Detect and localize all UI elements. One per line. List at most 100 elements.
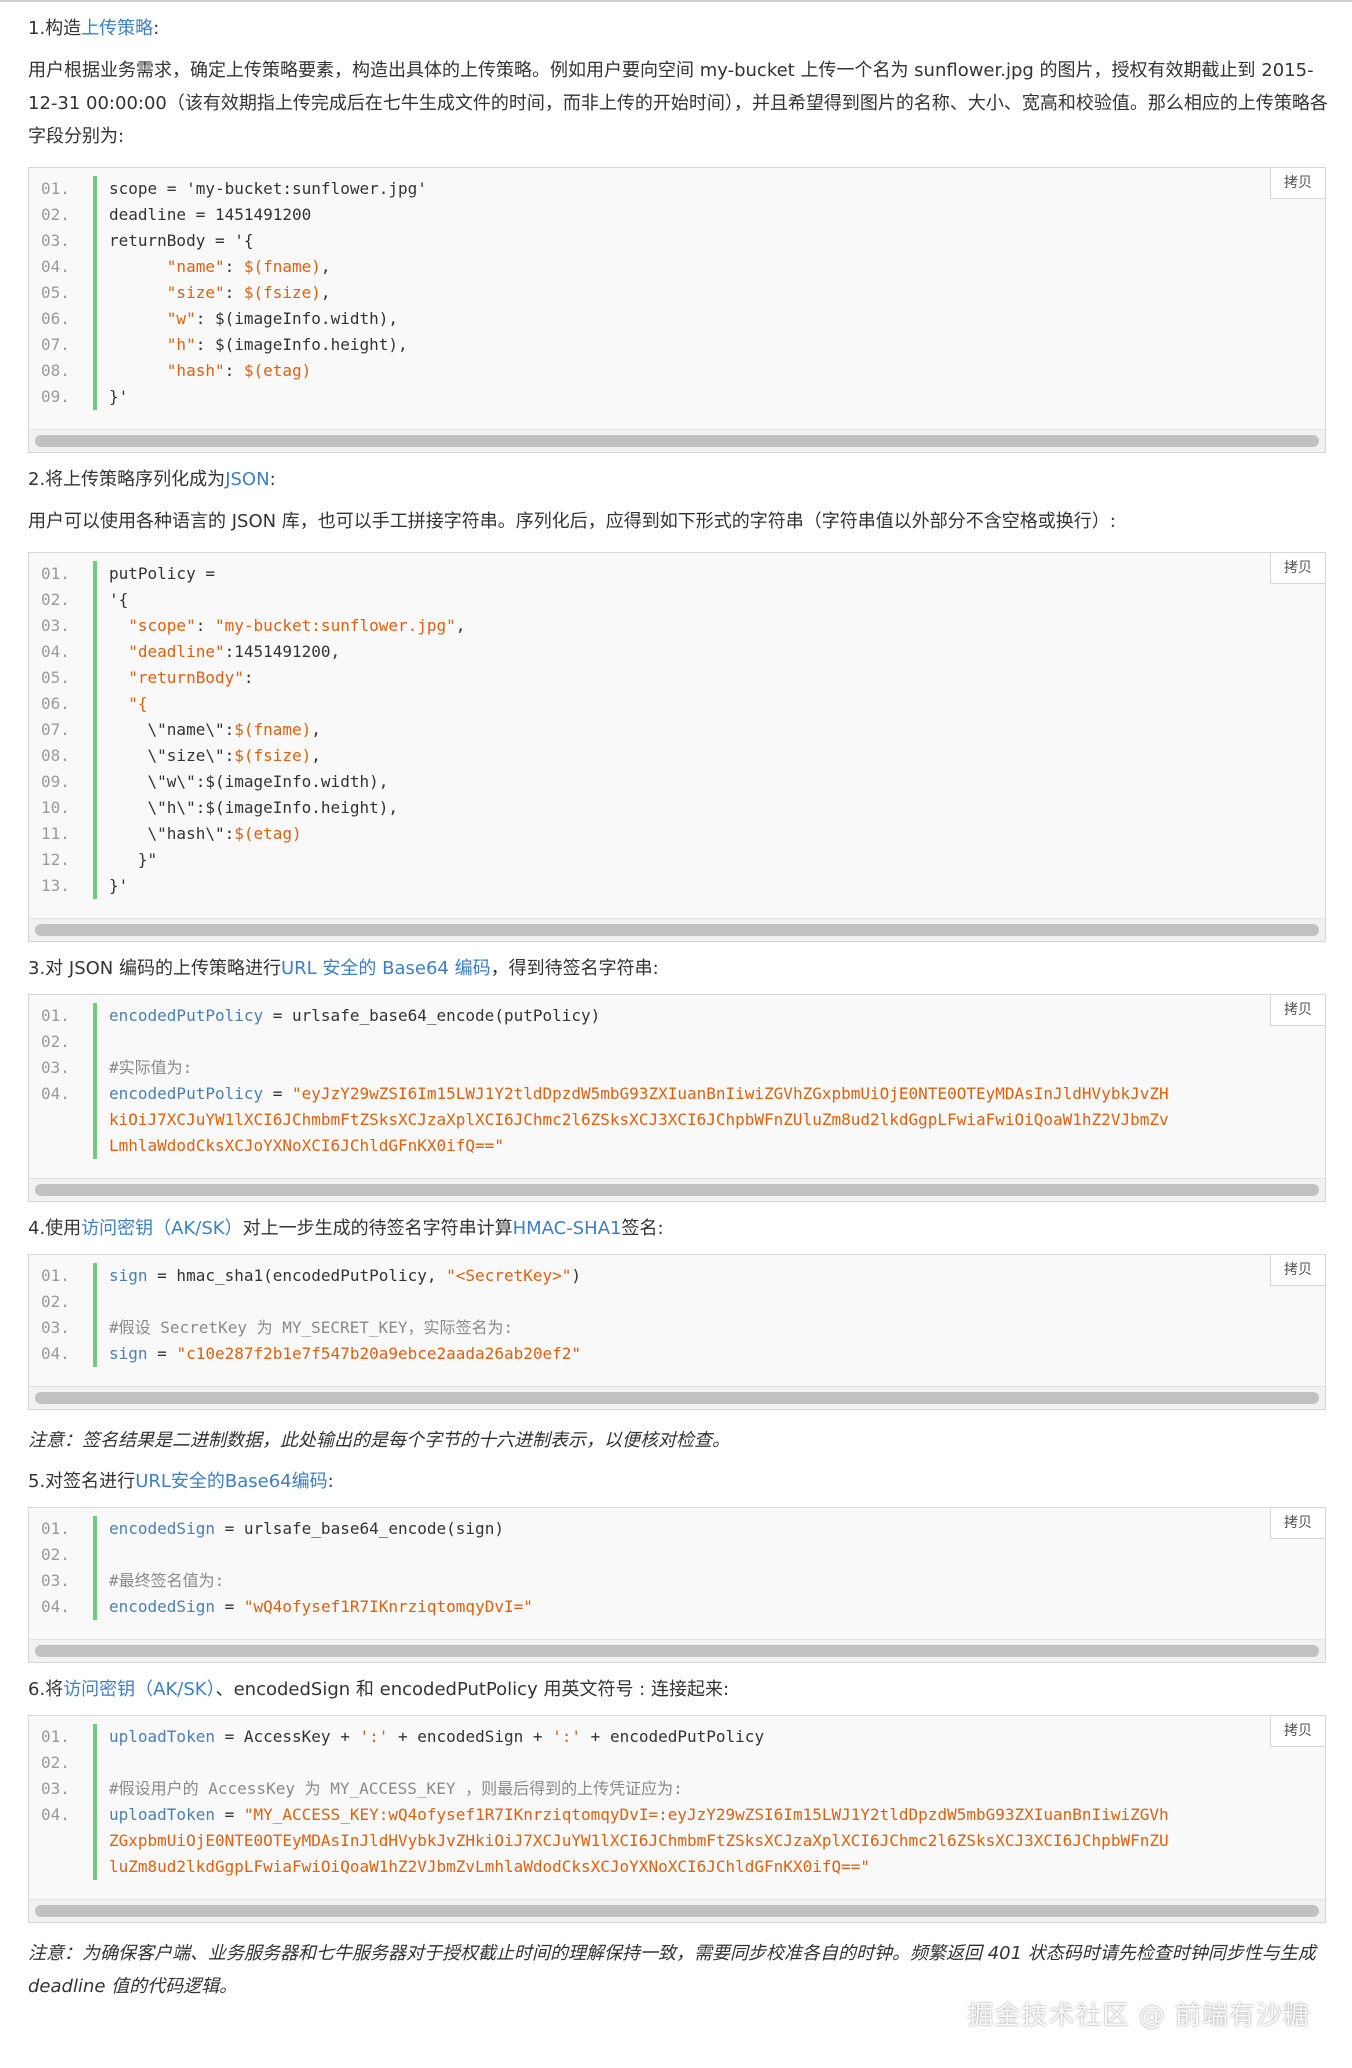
code-token: + encodedSign + xyxy=(388,1727,553,1746)
line-number: 03. xyxy=(41,1058,70,1077)
line-number: 11. xyxy=(41,824,70,843)
line-number: 01. xyxy=(41,1519,70,1538)
line-number: 13. xyxy=(41,876,70,895)
code-token: #假设用户的 AccessKey 为 MY_ACCESS_KEY ，则最后得到的… xyxy=(109,1779,683,1798)
copy-button[interactable]: 拷贝 xyxy=(1270,168,1325,199)
copy-button[interactable]: 拷贝 xyxy=(1270,1508,1325,1539)
code-token: $(etag) xyxy=(243,361,312,380)
horizontal-scrollbar[interactable] xyxy=(29,1386,1325,1409)
line-number xyxy=(41,1133,93,1159)
scrollbar-thumb[interactable] xyxy=(35,1184,1319,1196)
code-token: $(fsize) xyxy=(234,746,312,765)
code-token: $(etag) xyxy=(234,824,302,843)
line-number: 07. xyxy=(41,720,70,739)
code-line: "size": $(fsize), xyxy=(109,280,1325,306)
code-line: \"name\":$(fname), xyxy=(109,717,1325,743)
hmac-sha1-link[interactable]: HMAC-SHA1 xyxy=(513,1218,622,1239)
code-line: }' xyxy=(109,873,1325,899)
code-token: , xyxy=(455,616,466,635)
copy-button[interactable]: 拷贝 xyxy=(1270,995,1325,1026)
step-2-heading: 2.将上传策略序列化成为JSON: xyxy=(28,467,1328,493)
step-4-suffix: 签名: xyxy=(621,1218,664,1239)
line-number-gutter: 01. 02. 03. 04. xyxy=(29,1516,93,1620)
access-key-link[interactable]: 访问密钥（AK/SK） xyxy=(81,1218,242,1239)
code-token: : xyxy=(224,361,244,380)
step-5-suffix: : xyxy=(327,1471,334,1492)
code-line: \"size\":$(fsize), xyxy=(109,743,1325,769)
code-token: , xyxy=(320,257,331,276)
code-content: 01. 02. 03. 04. uploadToken = AccessKey + ':… xyxy=(29,1716,1325,1888)
code-line: deadline = 1451491200 xyxy=(109,202,1325,228)
code-token: \"name\": xyxy=(109,720,235,739)
scrollbar-thumb[interactable] xyxy=(35,1905,1319,1917)
code-block-1: 01. 02. 03. 04. 05. 06. 07. 08. 09. scope = 'my-b… xyxy=(28,167,1326,453)
code-token: : xyxy=(224,257,244,276)
code-line: putPolicy = xyxy=(109,561,1325,587)
top-border xyxy=(0,0,1352,2)
code-token: "eyJzY29wZSI6Im15LWJ1Y2tldDpzdW5mbG93ZXI… xyxy=(292,1084,1169,1103)
step-3-prefix: 3.对 JSON 编码的上传策略进行 xyxy=(28,958,281,979)
base64-encode-link[interactable]: URL 安全的 Base64 编码 xyxy=(281,958,491,979)
horizontal-scrollbar[interactable] xyxy=(29,918,1325,941)
code-line: "w": $(imageInfo.width), xyxy=(109,306,1325,332)
code-token: ':' xyxy=(552,1727,582,1746)
code-token: "MY_ACCESS_KEY:wQ4ofysef1R7IKnrziqtomqyD… xyxy=(243,1805,1169,1824)
code-content: 01. 02. 03. 04. sign = hmac_sha1(encodedPutP… xyxy=(29,1255,1325,1375)
code-token: ':' xyxy=(359,1727,389,1746)
code-token: LmhlaWdodCksXCJoYXNoXCI6JChldGFnKX0ifQ==… xyxy=(109,1136,504,1155)
copy-button[interactable]: 拷贝 xyxy=(1270,553,1325,584)
copy-button[interactable]: 拷贝 xyxy=(1270,1716,1325,1747)
code-token: = hmac_sha1(encodedPutPolicy, xyxy=(147,1266,447,1285)
scrollbar-thumb[interactable] xyxy=(35,435,1319,447)
line-number: 04. xyxy=(41,1805,70,1824)
horizontal-scrollbar[interactable] xyxy=(29,1178,1325,1201)
code-line: }' xyxy=(109,384,1325,410)
code-token: "scope" xyxy=(128,616,196,635)
urlsafe-base64-link[interactable]: URL安全的Base64编码 xyxy=(135,1471,327,1492)
code-token: = urlsafe_base64_encode(putPolicy) xyxy=(263,1006,601,1025)
code-line: ZGxpbmUiOjE0NTE0OTEyMDAsInJldHVybkJvZHki… xyxy=(109,1828,1325,1854)
upload-policy-link[interactable]: 上传策略 xyxy=(81,18,153,39)
step-2-suffix: : xyxy=(269,469,276,490)
code-line: #实际值为: xyxy=(109,1055,1325,1081)
line-number: 02. xyxy=(41,1032,70,1051)
horizontal-scrollbar[interactable] xyxy=(29,1899,1325,1922)
line-number-gutter: 01. 02. 03. 04. xyxy=(29,1724,93,1880)
horizontal-scrollbar[interactable] xyxy=(29,429,1325,452)
line-number: 02. xyxy=(41,1753,70,1772)
code-token: , xyxy=(311,720,321,739)
code-token: "my-bucket:sunflower.jpg" xyxy=(214,616,456,635)
code-token: uploadToken xyxy=(109,1727,215,1746)
code-token: encodedPutPolicy xyxy=(109,1084,264,1103)
code-token: : xyxy=(243,668,254,687)
code-lines: putPolicy = '{ "scope": "my-bucket:sunflo… xyxy=(93,561,1325,899)
copy-button[interactable]: 拷贝 xyxy=(1270,1255,1325,1286)
line-number: 01. xyxy=(41,179,70,198)
code-line: "name": $(fname), xyxy=(109,254,1325,280)
line-number: 03. xyxy=(41,1318,70,1337)
code-line: returnBody = '{ xyxy=(109,228,1325,254)
code-token: : xyxy=(195,616,215,635)
code-line: #假设 SecretKey 为 MY_SECRET_KEY，实际签名为: xyxy=(109,1315,1325,1341)
scrollbar-thumb[interactable] xyxy=(35,1645,1319,1657)
step-5-heading: 5.对签名进行URL安全的Base64编码: xyxy=(28,1469,1328,1495)
step-1-suffix: : xyxy=(153,18,160,39)
line-number: 04. xyxy=(41,1597,70,1616)
code-token: scope = 'my-bucket:sunflower.jpg' xyxy=(109,179,427,198)
step-1-heading: 1.构造上传策略: xyxy=(28,16,1328,42)
code-token: #最终签名值为: xyxy=(109,1571,225,1590)
access-key-link-2[interactable]: 访问密钥（AK/SK） xyxy=(63,1679,215,1700)
line-number: 05. xyxy=(41,283,70,302)
code-token: : xyxy=(224,283,244,302)
code-token: }' xyxy=(109,876,129,895)
horizontal-scrollbar[interactable] xyxy=(29,1639,1325,1662)
code-token: \"size\": xyxy=(109,746,235,765)
json-link[interactable]: JSON xyxy=(225,469,269,490)
scrollbar-thumb[interactable] xyxy=(35,1392,1319,1404)
code-block-6: 01. 02. 03. 04. uploadToken = AccessKey + ':… xyxy=(28,1715,1326,1923)
scrollbar-thumb[interactable] xyxy=(35,924,1319,936)
code-token: encodedSign xyxy=(109,1597,215,1616)
code-line: uploadToken = AccessKey + ':' + encodedS… xyxy=(109,1724,1325,1750)
